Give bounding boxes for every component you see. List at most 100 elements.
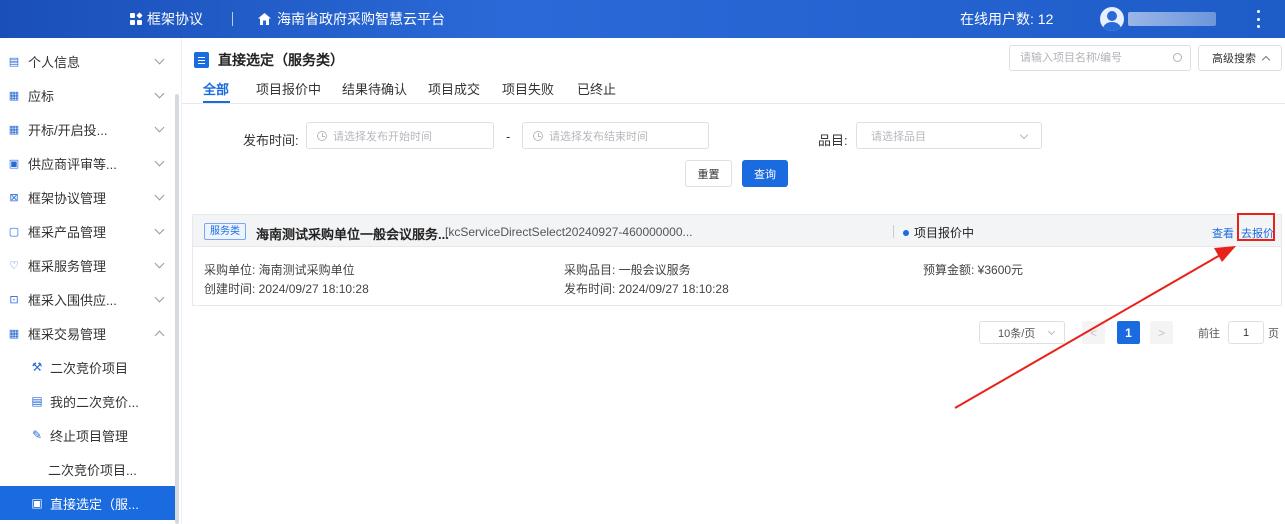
- project-code: [kcServiceDirectSelect20240927-460000000…: [445, 225, 693, 239]
- view-link[interactable]: 查看: [1212, 225, 1234, 241]
- sidebar-item-service-management[interactable]: ♡ 框采服务管理: [0, 248, 175, 282]
- project-card-header: 服务类 海南测试采购单位一般会议服务... [kcServiceDirectSe…: [193, 213, 1281, 247]
- sidebar-sub-second-bidding[interactable]: ⚒ 二次竞价项目: [0, 350, 175, 384]
- tab-all[interactable]: 全部: [203, 79, 229, 98]
- search-icon[interactable]: [1173, 53, 1182, 62]
- published-time-info: 发布时间: 2024/09/27 18:10:28: [564, 282, 729, 296]
- direct-select-icon: ▣: [31, 496, 43, 510]
- project-title[interactable]: 海南测试采购单位一般会议服务...: [256, 224, 449, 243]
- sidebar: ▤ 个人信息 ▦ 应标 ▦ 开标/开启投... ▣ 供应商评审等... ⊠ 框架…: [0, 38, 182, 524]
- page-title-text: 直接选定（服务类）: [218, 52, 344, 68]
- sidebar-item-bid-opening[interactable]: ▦ 开标/开启投...: [0, 112, 175, 146]
- publish-time-label: 发布时间:: [243, 133, 299, 148]
- top-bar: 框架协议 海南省政府采购智慧云平台 在线用户数: 12: [0, 0, 1285, 38]
- supplier-icon: ⊡: [9, 293, 19, 306]
- tab-failed[interactable]: 项目失败: [502, 79, 554, 98]
- avatar[interactable]: [1100, 7, 1124, 31]
- tab-terminated[interactable]: 已终止: [577, 79, 616, 98]
- tab-deal[interactable]: 项目成交: [428, 79, 480, 98]
- platform-link[interactable]: 海南省政府采购智慧云平台: [258, 0, 445, 38]
- chevron-up-icon: [1261, 55, 1271, 65]
- apps-grid-icon: [130, 12, 143, 25]
- topbar-divider: [232, 12, 233, 26]
- category-label: 品目:: [818, 133, 848, 148]
- sidebar-item-supplier[interactable]: ⊡ 框采入围供应...: [0, 282, 175, 316]
- next-page-button[interactable]: >: [1150, 321, 1173, 344]
- monitor-icon: ▣: [8, 157, 20, 170]
- more-vertical-icon[interactable]: [1256, 10, 1260, 28]
- sidebar-sub-terminate-project[interactable]: ✎ 终止项目管理: [0, 418, 175, 452]
- edit-doc-icon: ✎: [31, 428, 43, 442]
- document-icon: ▦: [8, 89, 20, 102]
- chevron-down-icon: [154, 54, 165, 65]
- advanced-search-label: 高级搜索: [1212, 53, 1256, 65]
- brand[interactable]: 框架协议: [130, 0, 203, 38]
- sidebar-item-bid[interactable]: ▦ 应标: [0, 78, 175, 112]
- person-card-icon: ▤: [31, 394, 43, 408]
- platform-label: 海南省政府采购智慧云平台: [277, 11, 445, 27]
- agreement-icon: ⊠: [9, 191, 19, 204]
- page-size-select[interactable]: 10条/页: [979, 321, 1065, 344]
- sidebar-sub-direct-select[interactable]: ▣ 直接选定（服...: [0, 486, 175, 520]
- person-card-icon: ▤: [8, 55, 20, 68]
- username-blurred[interactable]: [1128, 12, 1216, 26]
- tab-quoting[interactable]: 项目报价中: [256, 79, 321, 98]
- advanced-search-button[interactable]: 高级搜索: [1198, 45, 1282, 71]
- service-icon: ♡: [9, 259, 19, 272]
- sidebar-item-label: 框采服务管理: [28, 258, 107, 274]
- active-tab-indicator: [203, 101, 230, 103]
- tab-pending-confirm[interactable]: 结果待确认: [342, 79, 407, 98]
- home-icon: [258, 13, 271, 25]
- budget-info: 预算金额: ¥3600元: [923, 263, 1024, 277]
- start-date-placeholder: 请选择发布开始时间: [333, 130, 432, 143]
- sidebar-sub-label: 终止项目管理: [50, 428, 129, 444]
- end-date-input[interactable]: 请选择发布结束时间: [522, 122, 709, 149]
- query-button[interactable]: 查询: [742, 160, 788, 187]
- sidebar-item-label: 框采产品管理: [28, 224, 107, 240]
- sidebar-item-label: 框采交易管理: [28, 326, 107, 342]
- category-badge: 服务类: [204, 223, 246, 240]
- sidebar-item-label: 应标: [28, 88, 55, 104]
- status-tabs: 全部 项目报价中 结果待确认 项目成交 项目失败 已终止: [182, 76, 1285, 104]
- reset-button[interactable]: 重置: [685, 160, 732, 187]
- goto-page-input[interactable]: 1: [1228, 321, 1264, 344]
- chevron-down-icon: [1019, 130, 1029, 140]
- start-date-input[interactable]: 请选择发布开始时间: [306, 122, 494, 149]
- date-range-dash: -: [506, 129, 511, 144]
- sidebar-sub-label: 二次竞价项目...: [48, 462, 137, 478]
- page-unit-label: 页: [1268, 328, 1279, 340]
- sidebar-item-supplier-review[interactable]: ▣ 供应商评审等...: [0, 146, 175, 180]
- sidebar-sub-second-bidding-2[interactable]: 二次竞价项目...: [0, 452, 175, 486]
- created-time-info: 创建时间: 2024/09/27 18:10:28: [204, 282, 369, 296]
- category-info: 采购品目: 一般会议服务: [564, 263, 691, 277]
- status-dot-icon: [903, 229, 909, 236]
- sidebar-sub-label: 我的二次竞价...: [50, 394, 139, 410]
- sidebar-item-label: 个人信息: [28, 54, 81, 70]
- sidebar-item-trade-management[interactable]: ▦ 框采交易管理: [0, 316, 175, 350]
- hammer-icon: ⚒: [31, 360, 43, 374]
- sidebar-sub-my-second-bidding[interactable]: ▤ 我的二次竞价...: [0, 384, 175, 418]
- goto-label: 前往: [1198, 328, 1220, 340]
- purchaser-info: 采购单位: 海南测试采购单位: [204, 263, 355, 277]
- prev-page-button[interactable]: <: [1082, 321, 1105, 344]
- sidebar-scrollbar[interactable]: [175, 94, 179, 524]
- sidebar-item-personal-info[interactable]: ▤ 个人信息: [0, 44, 175, 78]
- search-input[interactable]: 请输入项目名称/编号: [1009, 45, 1191, 71]
- sidebar-item-framework-agreement[interactable]: ⊠ 框架协议管理: [0, 180, 175, 214]
- chevron-down-icon: [154, 292, 165, 303]
- main-content: 直接选定（服务类） 请输入项目名称/编号 高级搜索 全部 项目报价中 结果待确认…: [182, 38, 1285, 524]
- clock-icon: [533, 130, 543, 141]
- status-badge: 项目报价中: [903, 224, 974, 241]
- sidebar-item-label: 框采入围供应...: [28, 292, 117, 308]
- page-number-button[interactable]: 1: [1117, 321, 1140, 344]
- category-select[interactable]: 请选择品目: [856, 122, 1042, 149]
- product-icon: ▢: [8, 225, 20, 238]
- document-icon: [194, 52, 209, 68]
- sidebar-item-product-management[interactable]: ▢ 框采产品管理: [0, 214, 175, 248]
- sidebar-sub-label: 二次竞价项目: [50, 360, 129, 376]
- end-date-placeholder: 请选择发布结束时间: [549, 130, 648, 143]
- trade-icon: ▦: [8, 327, 20, 340]
- chevron-up-icon: [154, 330, 165, 341]
- brand-label: 框架协议: [147, 11, 203, 27]
- status-text: 项目报价中: [914, 226, 975, 240]
